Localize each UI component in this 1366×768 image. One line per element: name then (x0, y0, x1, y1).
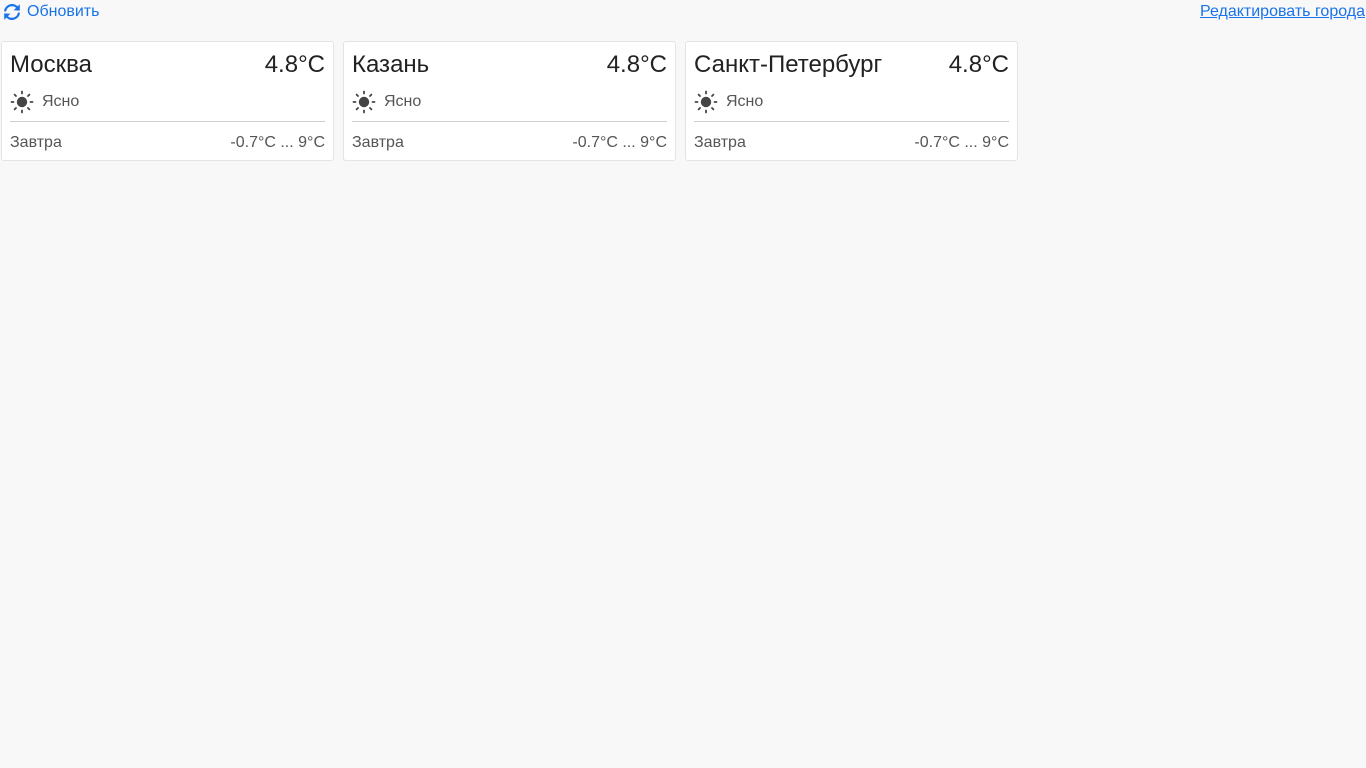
city-name: Санкт-Петербург (694, 51, 883, 78)
condition-label: Ясно (384, 93, 422, 110)
tomorrow-range: -0.7°C ... 9°C (572, 134, 667, 151)
tomorrow-range: -0.7°C ... 9°C (230, 134, 325, 151)
sun-icon (694, 90, 718, 114)
divider (10, 121, 325, 122)
city-name: Москва (10, 51, 92, 78)
weather-condition: Ясно (694, 90, 763, 114)
city-card: Казань 4.8°C Ясно Завтра -0.7°C ... 9°C (343, 41, 676, 161)
current-temperature: 4.8°C (606, 51, 667, 78)
sun-icon (352, 90, 376, 114)
current-temperature: 4.8°C (948, 51, 1009, 78)
city-card: Санкт-Петербург 4.8°C Ясно Завтра -0.7°C… (685, 41, 1018, 161)
tomorrow-label: Завтра (694, 134, 746, 151)
city-name: Казань (352, 51, 430, 78)
edit-cities-link[interactable]: Редактировать города (1200, 3, 1365, 21)
city-cards: Москва 4.8°C Ясно Завтра -0.7°C ... 9°C … (1, 41, 1018, 161)
tomorrow-range: -0.7°C ... 9°C (914, 134, 1009, 151)
refresh-icon (2, 3, 22, 21)
divider (694, 121, 1009, 122)
city-card: Москва 4.8°C Ясно Завтра -0.7°C ... 9°C (1, 41, 334, 161)
condition-label: Ясно (726, 93, 764, 110)
refresh-button[interactable]: Обновить (2, 3, 99, 21)
weather-condition: Ясно (10, 90, 79, 114)
sun-icon (10, 90, 34, 114)
toolbar: Обновить Редактировать города (0, 0, 1366, 34)
tomorrow-label: Завтра (10, 134, 62, 151)
divider (352, 121, 667, 122)
condition-label: Ясно (42, 93, 80, 110)
weather-condition: Ясно (352, 90, 421, 114)
tomorrow-label: Завтра (352, 134, 404, 151)
refresh-label: Обновить (27, 3, 100, 20)
current-temperature: 4.8°C (264, 51, 325, 78)
